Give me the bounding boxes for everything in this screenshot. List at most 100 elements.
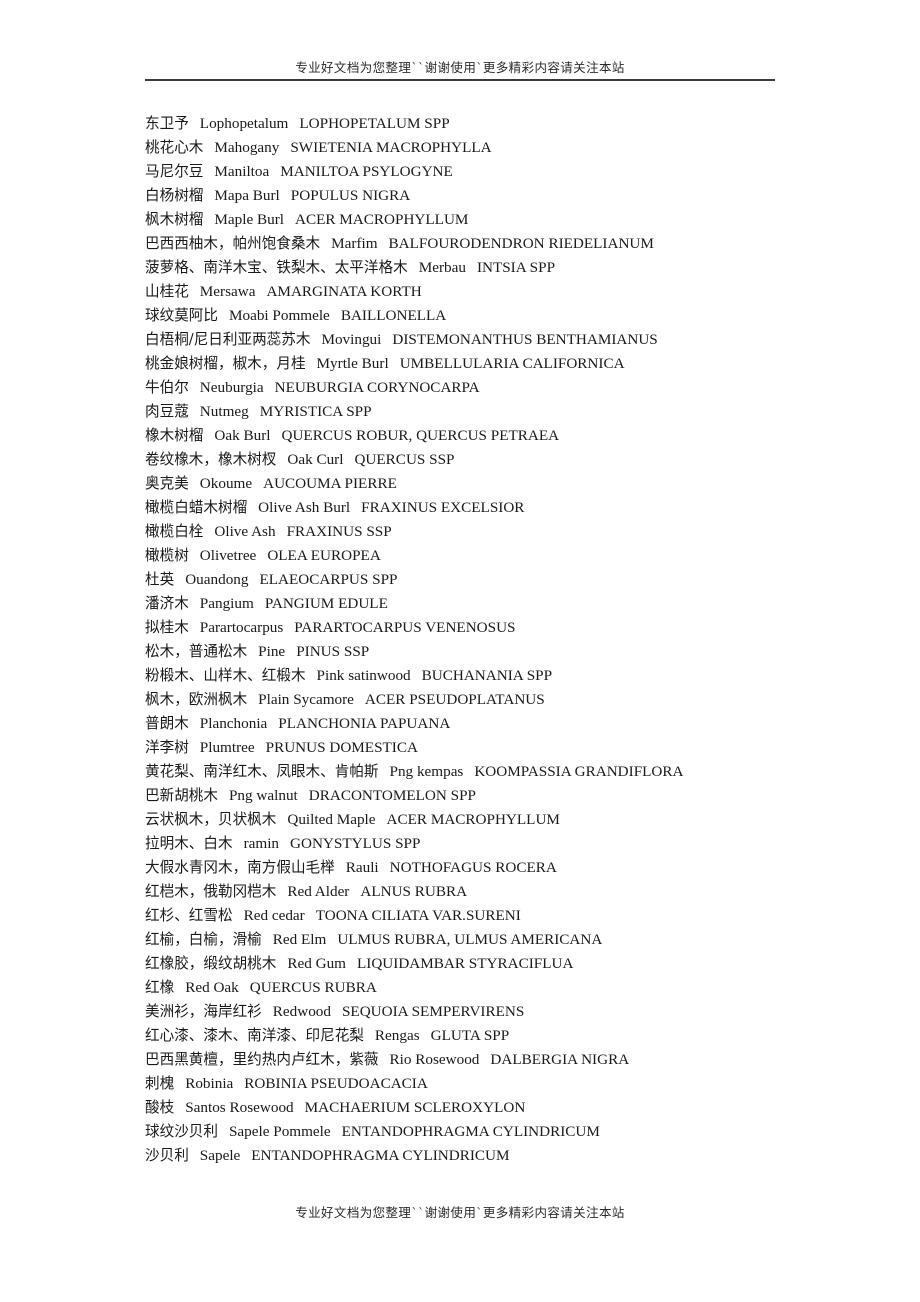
entry-scientific-name: KOOMPASSIA GRANDIFLORA — [474, 763, 684, 780]
glossary-entry: 杜英 Ouandong ELAEOCARPUS SPP — [145, 568, 845, 592]
document-page: 专业好文档为您整理``谢谢使用`更多精彩内容请关注本站 东卫予 Lophopeta… — [0, 0, 920, 1302]
entry-scientific-name: QUERCUS ROBUR, QUERCUS PETRAEA — [281, 427, 560, 444]
entry-common-name: Santos Rosewood — [185, 1099, 294, 1116]
entry-scientific-name: INTSIA SPP — [476, 259, 556, 276]
glossary-entry: 枫木树榴 Maple Burl ACER MACROPHYLLUM — [145, 208, 845, 232]
glossary-entry: 东卫予 Lophopetalum LOPHOPETALUM SPP — [145, 112, 845, 136]
glossary-entry: 红橡胶，缎纹胡桃木 Red Gum LIQUIDAMBAR STYRACIFLUA — [145, 952, 845, 976]
entry-common-name: Nutmeg — [199, 403, 249, 420]
glossary-entry: 橄榄白栓 Olive Ash FRAXINUS SSP — [145, 520, 845, 544]
entry-common-name: Mahogany — [214, 139, 280, 156]
entry-common-name: Mersawa — [199, 283, 256, 300]
entry-scientific-name: MYRISTICA SPP — [259, 403, 372, 420]
entry-chinese-name: 松木，普通松木 — [145, 643, 248, 660]
glossary-entry: 球纹沙贝利 Sapele Pommele ENTANDOPHRAGMA CYLIND… — [145, 1120, 845, 1144]
page-footer: 专业好文档为您整理``谢谢使用`更多精彩内容请关注本站 — [145, 1205, 775, 1220]
entry-scientific-name: PRUNUS DOMESTICA — [265, 739, 418, 756]
glossary-entry: 山桂花 Mersawa AMARGINATA KORTH — [145, 280, 845, 304]
glossary-entry: 红杉、红雪松 Red cedar TOONA CILIATA VAR.SURENI — [145, 904, 845, 928]
entry-chinese-name: 奥克美 — [145, 475, 189, 492]
entry-common-name: Mapa Burl — [214, 187, 280, 204]
entry-common-name: Plain Sycamore — [258, 691, 354, 708]
entry-scientific-name: MACHAERIUM SCLEROXYLON — [304, 1099, 526, 1116]
entry-scientific-name: ELAEOCARPUS SPP — [259, 571, 398, 588]
entry-common-name: Rauli — [345, 859, 379, 876]
entry-scientific-name: NOTHOFAGUS ROCERA — [389, 859, 557, 876]
entry-chinese-name: 东卫予 — [145, 115, 189, 132]
glossary-entry: 云状枫木，贝状枫木 Quilted Maple ACER MACROPHYLLUM — [145, 808, 845, 832]
entry-scientific-name: ACER MACROPHYLLUM — [295, 211, 469, 228]
entry-common-name: Parartocarpus — [199, 619, 284, 636]
entry-scientific-name: NEUBURGIA CORYNOCARPA — [274, 379, 480, 396]
entry-common-name: Okoume — [199, 475, 253, 492]
glossary-entry: 桃金娘树榴，椒木，月桂 Myrtle Burl UMBELLULARIA CALIF… — [145, 352, 845, 376]
glossary-entry: 奥克美 Okoume AUCOUMA PIERRE — [145, 472, 845, 496]
glossary-entry: 枫木，欧洲枫木 Plain Sycamore ACER PSEUDOPLATANUS — [145, 688, 845, 712]
entry-common-name: Rengas — [374, 1027, 420, 1044]
entry-scientific-name: TOONA CILIATA VAR.SURENI — [315, 907, 521, 924]
glossary-entry: 橄榄树 Olivetree OLEA EUROPEA — [145, 544, 845, 568]
entry-chinese-name: 杜英 — [145, 571, 175, 588]
entry-scientific-name: DALBERGIA NIGRA — [490, 1051, 630, 1068]
entry-common-name: Movingui — [321, 331, 382, 348]
glossary-entry: 橡木树榴 Oak Burl QUERCUS ROBUR, QUERCUS PETRA… — [145, 424, 845, 448]
entry-scientific-name: FRAXINUS SSP — [286, 523, 392, 540]
entry-common-name: Redwood — [272, 1003, 331, 1020]
entry-chinese-name: 巴新胡桃木 — [145, 787, 218, 804]
glossary-entry: 大假水青冈木，南方假山毛榉 Rauli NOTHOFAGUS ROCERA — [145, 856, 845, 880]
entry-scientific-name: AMARGINATA KORTH — [266, 283, 422, 300]
entry-scientific-name: OLEA EUROPEA — [267, 547, 381, 564]
footer-watermark-text: 专业好文档为您整理``谢谢使用`更多精彩内容请关注本站 — [295, 1205, 625, 1220]
entry-common-name: Red Alder — [287, 883, 350, 900]
entry-chinese-name: 潘济木 — [145, 595, 189, 612]
entry-chinese-name: 巴西西柚木，帕州饱食桑木 — [145, 235, 321, 252]
entry-scientific-name: DRACONTOMELON SPP — [308, 787, 476, 804]
glossary-entry: 拉明木、白木 ramin GONYSTYLUS SPP — [145, 832, 845, 856]
entry-chinese-name: 红桤木，俄勒冈桤木 — [145, 883, 277, 900]
entry-common-name: Ouandong — [185, 571, 249, 588]
glossary-entry: 牛伯尔 Neuburgia NEUBURGIA CORYNOCARPA — [145, 376, 845, 400]
entry-chinese-name: 橄榄树 — [145, 547, 189, 564]
entry-common-name: Moabi Pommele — [228, 307, 330, 324]
entry-common-name: Red Gum — [287, 955, 346, 972]
entry-common-name: Png walnut — [228, 787, 298, 804]
entry-chinese-name: 肉豆蔻 — [145, 403, 189, 420]
glossary-list: 东卫予 Lophopetalum LOPHOPETALUM SPP 桃花心木 Mahog… — [145, 112, 845, 1168]
entry-chinese-name: 拟桂木 — [145, 619, 189, 636]
entry-common-name: Sapele Pommele — [228, 1123, 331, 1140]
entry-chinese-name: 白杨树榴 — [145, 187, 204, 204]
header-divider — [145, 79, 775, 81]
glossary-entry: 白梧桐/尼日利亚两蕊苏木 Movingui DISTEMONANTHUS BENTH… — [145, 328, 845, 352]
entry-chinese-name: 橡木树榴 — [145, 427, 204, 444]
entry-chinese-name: 红橡胶，缎纹胡桃木 — [145, 955, 277, 972]
entry-common-name: Quilted Maple — [287, 811, 376, 828]
glossary-entry: 黄花梨、南洋红木、凤眼木、肯帕斯 Png kempas KOOMPASSIA GRA… — [145, 760, 845, 784]
entry-chinese-name: 卷纹橡木，橡木树杈 — [145, 451, 277, 468]
entry-chinese-name: 橄榄白蜡木树榴 — [145, 499, 248, 516]
entry-common-name: Marfim — [331, 235, 378, 252]
entry-common-name: Red Oak — [185, 979, 239, 996]
entry-scientific-name: UMBELLULARIA CALIFORNICA — [399, 355, 625, 372]
entry-common-name: Plumtree — [199, 739, 255, 756]
entry-scientific-name: QUERCUS SSP — [354, 451, 455, 468]
entry-chinese-name: 红橡 — [145, 979, 175, 996]
entry-scientific-name: QUERCUS RUBRA — [249, 979, 377, 996]
entry-chinese-name: 桃金娘树榴，椒木，月桂 — [145, 355, 306, 372]
glossary-entry: 粉椴木、山样木、红椴木 Pink satinwood BUCHANANIA SPP — [145, 664, 845, 688]
glossary-entry: 卷纹橡木，橡木树杈 Oak Curl QUERCUS SSP — [145, 448, 845, 472]
entry-chinese-name: 球纹沙贝利 — [145, 1123, 218, 1140]
glossary-entry: 美洲衫，海岸红衫 Redwood SEQUOIA SEMPERVIRENS — [145, 1000, 845, 1024]
entry-chinese-name: 红杉、红雪松 — [145, 907, 233, 924]
page-header: 专业好文档为您整理``谢谢使用`更多精彩内容请关注本站 — [145, 60, 775, 89]
entry-common-name: Maple Burl — [214, 211, 284, 228]
entry-common-name: Oak Curl — [287, 451, 344, 468]
entry-chinese-name: 球纹莫阿比 — [145, 307, 218, 324]
glossary-entry: 巴西西柚木，帕州饱食桑木 Marfim BALFOURODENDRON RIEDEL… — [145, 232, 845, 256]
entry-common-name: Png kempas — [389, 763, 464, 780]
entry-common-name: Pangium — [199, 595, 254, 612]
entry-common-name: Olive Ash Burl — [258, 499, 351, 516]
entry-common-name: Red cedar — [243, 907, 305, 924]
entry-chinese-name: 橄榄白栓 — [145, 523, 204, 540]
entry-common-name: Pink satinwood — [316, 667, 411, 684]
entry-chinese-name: 拉明木、白木 — [145, 835, 233, 852]
